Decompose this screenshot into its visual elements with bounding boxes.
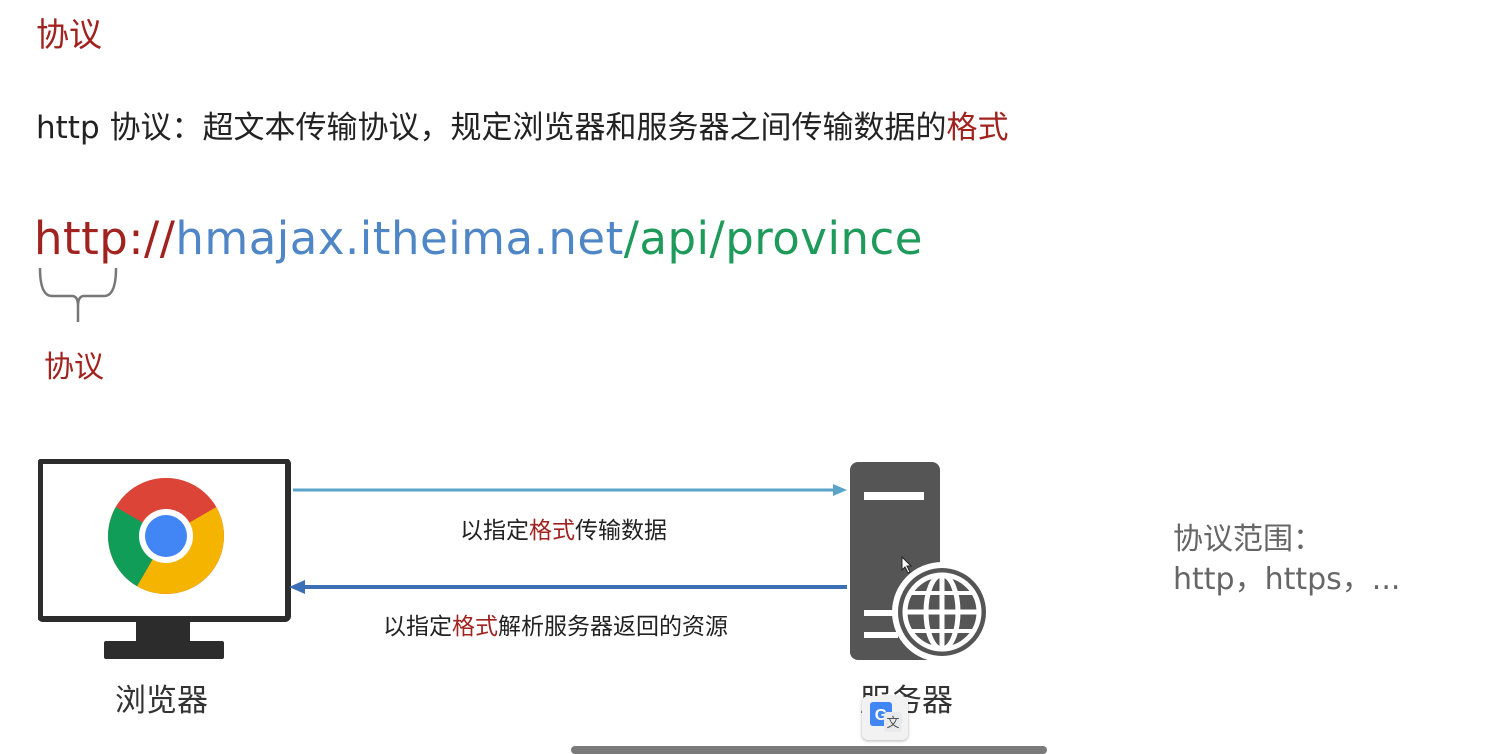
scope-values: http，https，... [1173,562,1401,597]
scope-label: 协议范围： [1173,522,1323,557]
url-path: /api/province [623,212,923,265]
monitor-icon [38,459,291,659]
request-label-before: 以指定 [460,518,529,544]
protocol-brace [38,267,118,322]
response-label-highlight: 格式 [452,614,498,640]
response-label-before: 以指定 [383,614,452,640]
definition-text: http 协议：超文本传输协议，规定浏览器和服务器之间传输数据的 [36,110,947,146]
definition-highlight: 格式 [946,110,1009,146]
example-url: http://hmajax.itheima.net/api/province [34,212,923,265]
slide-title: 协议 [36,15,102,54]
svg-text:文: 文 [886,716,899,731]
url-protocol: http:// [34,212,176,265]
request-label-highlight: 格式 [529,518,575,544]
chrome-logo [108,478,224,594]
google-translate-icon[interactable]: G 文 [862,696,908,740]
protocol-definition: http 协议：超文本传输协议，规定浏览器和服务器之间传输数据的格式 [36,102,1009,147]
response-label: 以指定格式解析服务器返回的资源 [383,607,728,641]
response-arrow-head [289,580,305,594]
request-label: 以指定格式传输数据 [460,511,667,545]
response-label-after: 解析服务器返回的资源 [498,614,728,640]
url-host: hmajax.itheima.net [175,212,624,265]
horizontal-scrollbar[interactable] [571,746,1047,754]
protocol-scope: 协议范围： http，https，... [1173,520,1400,600]
brace-label: 协议 [44,350,104,385]
request-arrow-head [833,484,847,496]
request-label-after: 传输数据 [575,518,667,544]
server-icon [850,462,992,662]
browser-label: 浏览器 [115,683,208,719]
globe-icon [892,562,992,662]
